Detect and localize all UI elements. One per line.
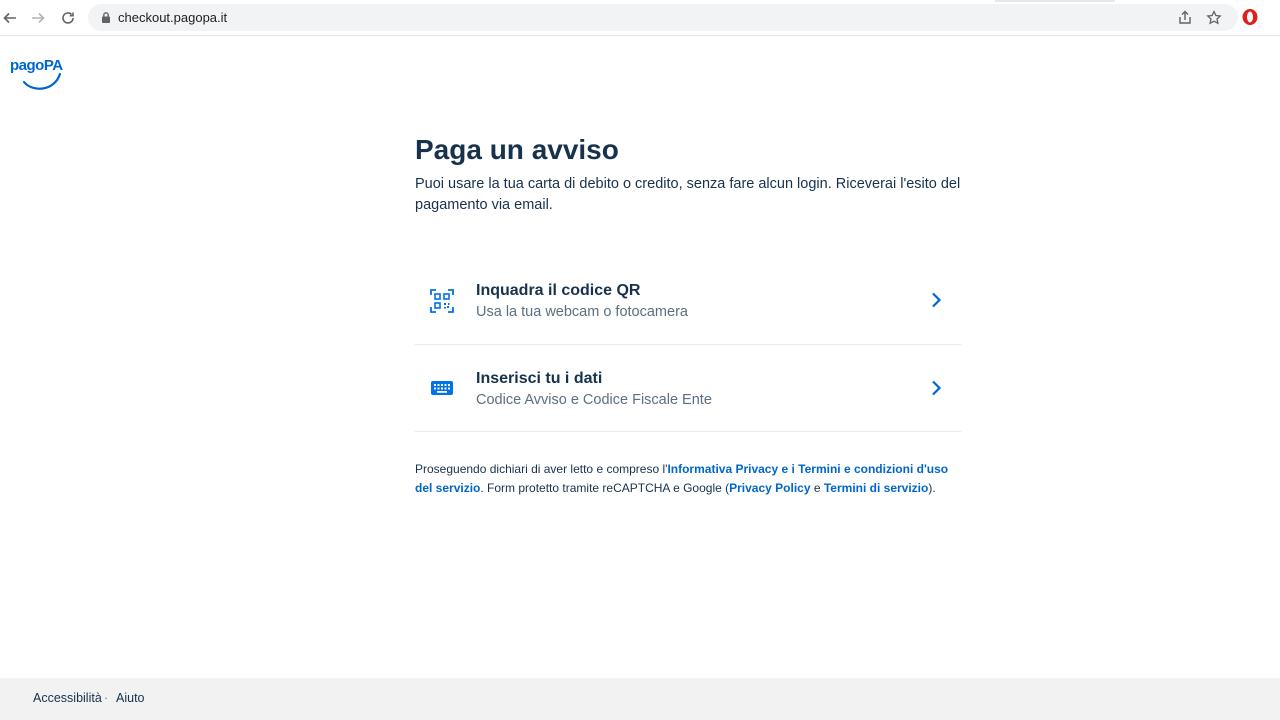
bookmark-star-icon[interactable]: [1205, 9, 1223, 27]
forward-arrow-icon[interactable]: [28, 8, 48, 28]
option-description: Codice Avviso e Codice Fiscale Ente: [476, 392, 712, 408]
option-description: Usa la tua webcam o fotocamera: [476, 304, 688, 320]
legal-notice: Proseguendo dichiari di aver letto e com…: [415, 460, 961, 497]
back-arrow-icon[interactable]: [0, 8, 20, 28]
option-title: Inserisci tu i dati: [476, 370, 603, 387]
footer: Accessibilità · Aiuto: [0, 678, 1280, 720]
browser-toolbar: checkout.pagopa.it: [0, 0, 1280, 36]
payment-options-list: Inquadra il codice QR Usa la tua webcam …: [415, 257, 961, 432]
legal-prefix: Proseguendo dichiari di aver letto e com…: [415, 462, 668, 476]
legal-suffix: ).: [928, 480, 936, 495]
keyboard-icon: [431, 381, 453, 395]
option-title: Inquadra il codice QR: [476, 282, 641, 299]
reload-icon[interactable]: [58, 8, 78, 28]
address-bar[interactable]: checkout.pagopa.it: [88, 4, 1238, 31]
qr-code-icon: [430, 289, 454, 313]
privacy-policy-link[interactable]: Privacy Policy: [729, 481, 810, 495]
help-link[interactable]: Aiuto: [116, 691, 145, 705]
page-subtitle: Puoi usare la tua carta di debito o cred…: [415, 176, 961, 213]
legal-conj: e: [810, 480, 824, 495]
lock-icon[interactable]: [100, 11, 112, 24]
legal-middle: . Form protetto tramite reCAPTCHA e Goog…: [480, 480, 730, 495]
option-enter-data[interactable]: Inserisci tu i dati Codice Avviso e Codi…: [415, 345, 961, 432]
chevron-right-icon[interactable]: [927, 291, 945, 309]
option-scan-qr[interactable]: Inquadra il codice QR Usa la tua webcam …: [415, 257, 961, 345]
logo-swoosh-icon: [22, 72, 62, 90]
url-text[interactable]: checkout.pagopa.it: [118, 10, 227, 25]
footer-separator: ·: [104, 691, 109, 705]
terms-of-service-link[interactable]: Termini di servizio: [824, 481, 928, 495]
pagopa-logo[interactable]: pagoPA: [10, 54, 66, 92]
accessibility-link[interactable]: Accessibilità: [33, 691, 102, 705]
opera-extension-icon[interactable]: [1241, 8, 1259, 26]
tab-strip-edge: [995, 0, 1115, 2]
page-title: Paga un avviso: [415, 134, 619, 165]
share-icon[interactable]: [1176, 9, 1194, 27]
main-content: Paga un avviso Puoi usare la tua carta d…: [415, 130, 961, 495]
chevron-right-icon[interactable]: [927, 379, 945, 397]
